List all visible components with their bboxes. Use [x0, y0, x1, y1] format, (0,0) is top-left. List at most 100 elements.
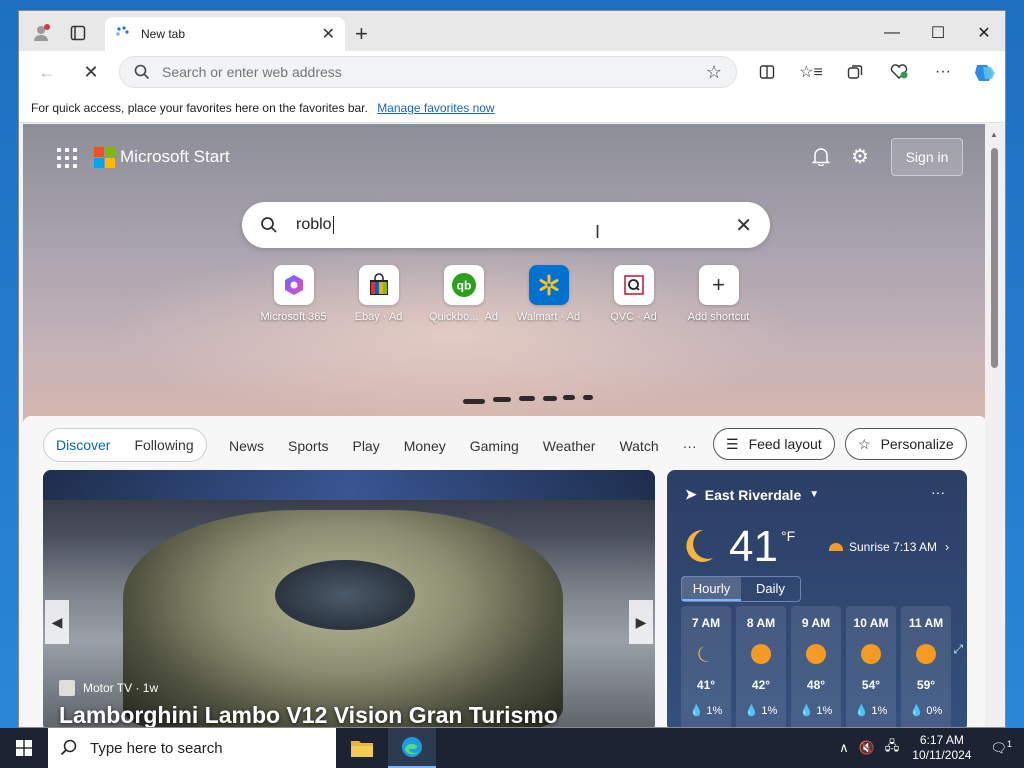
close-tab-icon[interactable]: ✕: [322, 24, 335, 44]
scroll-up-arrow-icon[interactable]: ▲: [990, 130, 998, 139]
temperature-unit[interactable]: °F: [781, 528, 795, 544]
new-tab-page: Microsoft Start ⚙ Sign in roblo ✕ I Micr…: [23, 124, 987, 727]
clock-date: 10/11/2024: [912, 748, 972, 762]
location-arrow-icon: ➤: [685, 486, 697, 502]
tab-weather[interactable]: Weather: [543, 438, 596, 454]
volume-muted-icon[interactable]: 🔇: [859, 740, 875, 756]
qvc-icon: [623, 275, 644, 295]
address-input[interactable]: [162, 64, 706, 80]
brand-title[interactable]: Microsoft Start: [120, 147, 230, 167]
tab-news[interactable]: News: [229, 438, 264, 454]
edge-window: New tab ✕ + — ☐ ✕ ← ✕ ☆ ☆≡ ··· For: [18, 10, 1006, 728]
web-search-box[interactable]: roblo ✕: [242, 202, 770, 248]
forecast-tabs: Hourly Daily: [681, 576, 801, 602]
back-button[interactable]: ←: [33, 59, 61, 85]
split-screen-icon[interactable]: [755, 61, 779, 83]
favorites-icon[interactable]: ☆≡: [799, 61, 823, 83]
discover-following-toggle: Discover Following: [43, 428, 207, 462]
network-icon[interactable]: 🖧: [885, 737, 900, 759]
shortcut-microsoft-365[interactable]: Microsoft 365: [251, 265, 336, 323]
tab-actions-icon[interactable]: [66, 21, 90, 45]
text-cursor: [332, 215, 334, 234]
tab-title: New tab: [141, 27, 186, 41]
desktop-right-edge: [1006, 0, 1024, 728]
chevron-down-icon: ▼: [809, 489, 820, 500]
title-bar: New tab ✕ + — ☐ ✕: [19, 11, 1005, 51]
tab-watch[interactable]: Watch: [619, 438, 658, 454]
story-headline[interactable]: Lamborghini Lambo V12 Vision Gran Turism…: [59, 702, 558, 727]
shortcut-walmart[interactable]: Walmart · Ad: [506, 265, 591, 323]
tab-hourly[interactable]: Hourly: [682, 577, 741, 601]
forecast-hour: 7 AM 41° 💧 1%: [681, 606, 731, 727]
previous-story-button[interactable]: ◀: [45, 600, 69, 644]
start-button[interactable]: [0, 728, 48, 768]
app-launcher-icon[interactable]: [57, 148, 77, 168]
stop-loading-button[interactable]: ✕: [77, 59, 105, 85]
weather-location[interactable]: ➤ East Riverdale ▼: [685, 486, 819, 503]
minimize-button[interactable]: —: [869, 19, 915, 47]
shortcut-label: Microsoft 365: [260, 311, 327, 323]
page-scrollbar[interactable]: ▲: [985, 124, 1005, 727]
weather-more-icon[interactable]: ···: [931, 484, 945, 500]
shortcut-ebay[interactable]: Ebay · Ad: [336, 265, 421, 323]
notifications-icon[interactable]: 🗨1: [990, 739, 1012, 756]
sun-icon: [916, 644, 936, 664]
tab-money[interactable]: Money: [404, 438, 446, 454]
tab-following[interactable]: Following: [122, 437, 205, 453]
tab-new-tab[interactable]: New tab ✕: [105, 17, 345, 51]
taskbar-search-box[interactable]: Type here to search: [48, 728, 336, 768]
manage-favorites-link[interactable]: Manage favorites now: [377, 101, 494, 115]
hero-image-banner: [43, 470, 655, 500]
next-story-button[interactable]: ▶: [629, 600, 653, 644]
more-options-icon[interactable]: ···: [931, 61, 955, 83]
sun-icon: [751, 644, 771, 664]
new-tab-button[interactable]: +: [355, 21, 368, 47]
sign-in-button[interactable]: Sign in: [891, 138, 963, 176]
address-bar[interactable]: ☆: [119, 56, 737, 88]
tab-gaming[interactable]: Gaming: [470, 438, 519, 454]
tab-discover[interactable]: Discover: [44, 437, 122, 453]
tab-daily[interactable]: Daily: [741, 577, 800, 601]
hero-story-card[interactable]: ◀ ▶ Motor TV · 1w Lamborghini Lambo V12 …: [43, 470, 655, 727]
copilot-icon[interactable]: [973, 61, 997, 83]
clock[interactable]: 6:17 AM 10/11/2024: [912, 733, 971, 763]
shortcut-label: Add shortcut: [687, 311, 750, 323]
motor-tv-logo-icon: [59, 680, 75, 696]
taskbar-search-placeholder: Type here to search: [90, 739, 223, 757]
windows-logo-icon: [16, 740, 32, 756]
close-window-button[interactable]: ✕: [961, 19, 1005, 47]
show-hidden-icons-chevron-icon[interactable]: ∧: [839, 740, 849, 756]
start-header: Microsoft Start ⚙ Sign in: [23, 124, 987, 194]
add-shortcut-button[interactable]: + Add shortcut: [676, 265, 761, 323]
shortcut-quickbooks[interactable]: qb Quickbo... Ad: [421, 265, 506, 323]
maximize-button[interactable]: ☐: [915, 19, 961, 47]
tab-sports[interactable]: Sports: [288, 438, 328, 454]
collections-icon[interactable]: [843, 61, 867, 83]
personalize-button[interactable]: ☆ Personalize: [845, 428, 967, 460]
tab-play[interactable]: Play: [352, 438, 379, 454]
walmart-spark-icon: [539, 274, 558, 296]
search-query-text[interactable]: roblo: [296, 216, 332, 233]
file-explorer-icon[interactable]: [338, 728, 386, 768]
moon-icon: [696, 644, 716, 664]
search-icon: [134, 64, 150, 80]
forecast-hour: 8 AM 42° 💧 1%: [736, 606, 786, 727]
browser-essentials-icon[interactable]: [887, 61, 911, 83]
notification-bell-icon[interactable]: [811, 146, 831, 171]
feed-layout-button[interactable]: ☰ Feed layout: [713, 428, 835, 460]
clear-search-icon[interactable]: ✕: [735, 213, 752, 238]
svg-text:qb: qb: [456, 279, 471, 293]
news-feed: Discover Following News Sports Play Mone…: [23, 416, 987, 727]
shortcut-qvc[interactable]: QVC · Ad: [591, 265, 676, 323]
favorite-star-icon[interactable]: ☆: [706, 62, 722, 83]
sunrise-info[interactable]: Sunrise 7:13 AM ›: [829, 540, 949, 554]
profile-icon[interactable]: [29, 21, 53, 45]
plus-icon: +: [698, 265, 739, 305]
expand-card-icon[interactable]: ⤢: [953, 642, 963, 657]
more-tabs-button[interactable]: ···: [683, 438, 697, 454]
scrollbar-thumb[interactable]: [991, 148, 998, 368]
edge-taskbar-icon[interactable]: [388, 728, 436, 768]
quickbooks-icon: qb: [451, 273, 476, 297]
weather-card[interactable]: ➤ East Riverdale ▼ ··· 41 °F Sunrise 7:1…: [667, 470, 967, 727]
settings-gear-icon[interactable]: ⚙: [851, 144, 869, 169]
